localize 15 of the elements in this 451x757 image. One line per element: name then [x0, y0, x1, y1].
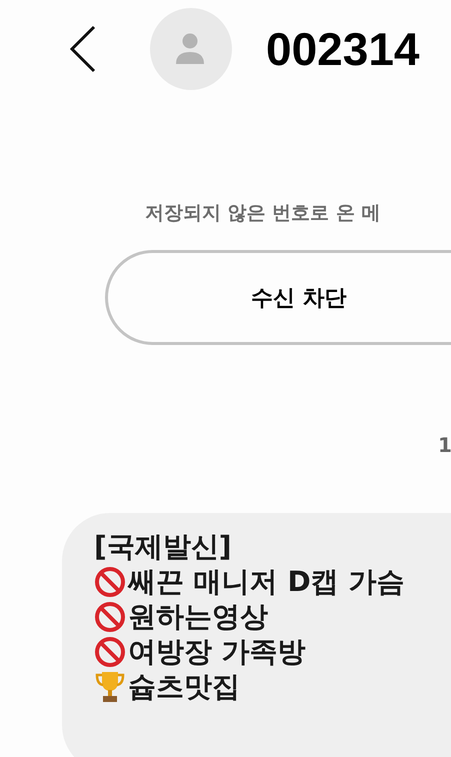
message-line: 슙츠맛집 — [128, 668, 240, 704]
block-button[interactable]: 수신 차단 — [105, 250, 451, 345]
message-line: 쌔끈 매니저 D캡 가슴 — [128, 564, 404, 600]
prohibited-icon — [94, 636, 126, 668]
notice-text: 저장되지 않은 번호로 온 메 — [145, 201, 382, 226]
message-line: 여방장 가족방 — [128, 634, 306, 670]
contact-title: 002314 — [266, 22, 420, 76]
back-icon[interactable] — [68, 24, 98, 72]
message-line: 원하는영상 — [128, 598, 268, 634]
message-line: [국제발신] — [94, 528, 232, 564]
date-text: 1 — [438, 433, 451, 457]
prohibited-icon — [94, 600, 126, 632]
avatar-icon — [150, 8, 232, 90]
prohibited-icon — [94, 566, 126, 598]
trophy-icon — [94, 670, 126, 704]
